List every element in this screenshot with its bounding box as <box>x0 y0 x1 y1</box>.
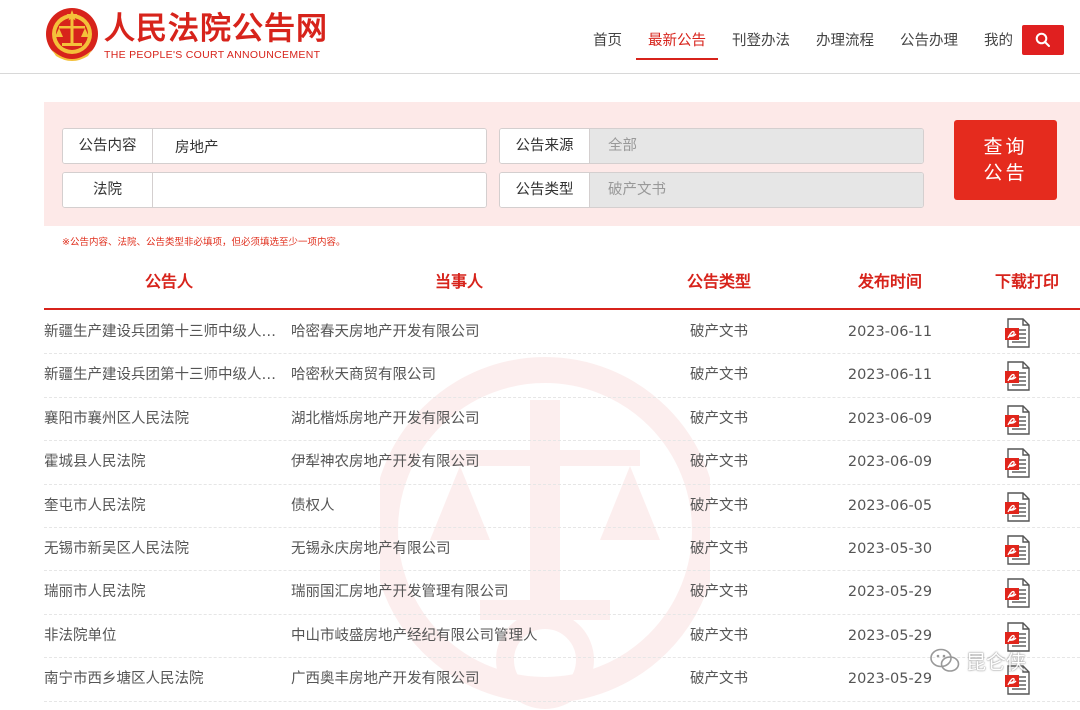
cell-type: 破产文书 <box>690 540 748 557</box>
header-announcer: 公告人 <box>144 272 193 291</box>
cell-party[interactable]: 广西奥丰房地产开发有限公司 <box>291 658 591 701</box>
cell-announcer[interactable]: 瑞丽市人民法院 <box>44 571 290 614</box>
download-button[interactable] <box>1004 361 1044 392</box>
cell-party[interactable]: 伊犁神农房地产开发有限公司 <box>291 441 591 484</box>
header-date: 发布时间 <box>857 272 922 291</box>
wechat-icon <box>930 648 960 672</box>
logo-subtitle: THE PEOPLE'S COURT ANNOUNCEMENT <box>104 49 321 61</box>
logo-title: 人民法院公告网 <box>104 11 328 47</box>
cell-party[interactable]: 瑞丽国汇房地产开发管理有限公司 <box>291 571 591 614</box>
pdf-document-icon <box>1005 318 1030 348</box>
content-input[interactable] <box>153 129 486 163</box>
cell-announcer[interactable]: 无锡市新吴区人民法院 <box>44 528 290 571</box>
cell-type: 破产文书 <box>690 324 748 340</box>
cell-date: 2023-06-09 <box>847 410 933 427</box>
wechat-account-name: 昆仑侠 <box>966 650 1026 674</box>
pdf-document-icon <box>1005 448 1030 478</box>
nav-latest[interactable]: 最新公告 <box>635 0 719 74</box>
site-logo[interactable]: 人民法院公告网 THE PEOPLE'S COURT ANNOUNCEMENT <box>44 6 328 66</box>
header-download: 下载打印 <box>994 272 1059 291</box>
pdf-document-icon <box>1005 361 1030 392</box>
type-select[interactable]: 破产文书 <box>590 173 923 207</box>
source-field: 公告来源 全部 <box>499 128 924 164</box>
cell-type: 破产文书 <box>690 671 748 688</box>
download-button[interactable] <box>1004 405 1044 435</box>
cell-party[interactable]: 哈密春天房地产开发有限公司 <box>291 311 591 354</box>
search-hint: ※公告内容、法院、公告类型非必填项，但必须填选至少一项内容。 <box>62 237 346 248</box>
download-button[interactable] <box>1004 491 1044 522</box>
table-row[interactable]: 无锡市新吴区人民法院 无锡永庆房地产有限公司 破产文书 2023-05-30 <box>44 528 1080 572</box>
cell-type: 破产文书 <box>690 410 748 427</box>
cell-date: 2023-05-30 <box>847 540 933 557</box>
cell-party[interactable]: 湖北楷烁房地产开发有限公司 <box>291 398 591 441</box>
cell-type: 破产文书 <box>690 454 748 471</box>
header-party: 当事人 <box>434 272 483 291</box>
cell-announcer[interactable]: 新疆生产建设兵团第十三师中级人民法院 <box>44 311 290 354</box>
header-search-button[interactable] <box>1022 25 1064 55</box>
court-label: 法院 <box>63 173 153 207</box>
cell-announcer[interactable]: 襄阳市襄州区人民法院 <box>44 398 290 441</box>
site-header: 人民法院公告网 THE PEOPLE'S COURT ANNOUNCEMENT … <box>0 0 1080 74</box>
table-row[interactable]: 霍城县人民法院 伊犁神农房地产开发有限公司 破产文书 2023-06-09 <box>44 441 1080 485</box>
pdf-document-icon <box>1005 405 1030 435</box>
download-button[interactable] <box>1004 535 1044 565</box>
content-label: 公告内容 <box>63 129 153 163</box>
nav-home[interactable]: 首页 <box>580 0 635 74</box>
court-emblem-icon <box>46 8 98 61</box>
announcement-list: 新疆生产建设兵团第十三师中级人民法院 哈密春天房地产开发有限公司 破产文书 2023-… <box>44 311 1080 702</box>
table-row[interactable]: 奎屯市人民法院 债权人 破产文书 2023-06-05 <box>44 485 1080 528</box>
table-row[interactable]: 南宁市西乡塘区人民法院 广西奥丰房地产开发有限公司 破产文书 2023-05-29 <box>44 658 1080 702</box>
main-nav: 首页 最新公告 刊登办法 办理流程 公告办理 我的 <box>580 0 1026 74</box>
cell-announcer[interactable]: 南宁市西乡塘区人民法院 <box>44 658 290 701</box>
pdf-document-icon <box>1005 578 1030 609</box>
header-type: 公告类型 <box>686 272 751 291</box>
nav-process[interactable]: 办理流程 <box>803 0 887 74</box>
cell-type: 破产文书 <box>690 367 748 384</box>
wechat-watermark: 昆仑侠 <box>930 646 1026 675</box>
cell-type: 破产文书 <box>690 584 748 601</box>
cell-date: 2023-06-09 <box>847 454 933 471</box>
table-row[interactable]: 新疆生产建设兵团第十三师中级人民法院 哈密秋天商贸有限公司 破产文书 2023-06-… <box>44 354 1080 398</box>
search-panel: 公告内容 法院 公告来源 全部 公告类型 破产文书 查询 公告 <box>44 102 1080 226</box>
download-button[interactable] <box>1004 578 1044 609</box>
nav-publish-method[interactable]: 刊登办法 <box>719 0 803 74</box>
download-button[interactable] <box>1004 318 1044 348</box>
pdf-document-icon <box>1005 491 1030 522</box>
table-row[interactable]: 新疆生产建设兵团第十三师中级人民法院 哈密春天房地产开发有限公司 破产文书 2023-… <box>44 311 1080 355</box>
pdf-document-icon <box>1005 535 1030 565</box>
cell-party[interactable]: 中山市岐盛房地产经纪有限公司管理人 <box>291 615 591 658</box>
source-select[interactable]: 全部 <box>590 129 923 163</box>
content-field: 公告内容 <box>62 128 487 164</box>
type-label: 公告类型 <box>500 173 590 207</box>
court-field: 法院 <box>62 172 487 208</box>
logo-text: 人民法院公告网 THE PEOPLE'S COURT ANNOUNCEMENT <box>104 10 328 62</box>
cell-announcer[interactable]: 霍城县人民法院 <box>44 441 290 484</box>
cell-date: 2023-06-05 <box>847 497 933 514</box>
search-icon <box>1035 32 1050 47</box>
table-header: 公告人 当事人 公告类型 发布时间 下载打印 <box>44 262 1080 310</box>
cell-date: 2023-06-11 <box>847 367 933 384</box>
cell-party[interactable]: 债权人 <box>291 485 591 528</box>
cell-announcer[interactable]: 奎屯市人民法院 <box>44 485 290 528</box>
cell-type: 破产文书 <box>690 627 748 644</box>
cell-party[interactable]: 无锡永庆房地产有限公司 <box>291 528 591 571</box>
cell-date: 2023-05-29 <box>847 584 933 601</box>
table-row[interactable]: 襄阳市襄州区人民法院 湖北楷烁房地产开发有限公司 破产文书 2023-06-09 <box>44 398 1080 442</box>
type-field: 公告类型 破产文书 <box>499 172 924 208</box>
download-button[interactable] <box>1004 448 1044 478</box>
cell-type: 破产文书 <box>690 497 748 514</box>
table-row[interactable]: 非法院单位 中山市岐盛房地产经纪有限公司管理人 破产文书 2023-05-29 <box>44 615 1080 659</box>
cell-date: 2023-06-11 <box>847 324 933 340</box>
court-input[interactable] <box>153 173 486 207</box>
cell-party[interactable]: 哈密秋天商贸有限公司 <box>291 354 591 397</box>
cell-announcer[interactable]: 非法院单位 <box>44 615 290 658</box>
query-button[interactable]: 查询 公告 <box>954 120 1057 200</box>
nav-handle[interactable]: 公告办理 <box>887 0 971 74</box>
source-label: 公告来源 <box>500 129 590 163</box>
cell-announcer[interactable]: 新疆生产建设兵团第十三师中级人民法院 <box>44 354 290 397</box>
nav-mine[interactable]: 我的 <box>971 0 1026 74</box>
table-row[interactable]: 瑞丽市人民法院 瑞丽国汇房地产开发管理有限公司 破产文书 2023-05-29 <box>44 571 1080 615</box>
